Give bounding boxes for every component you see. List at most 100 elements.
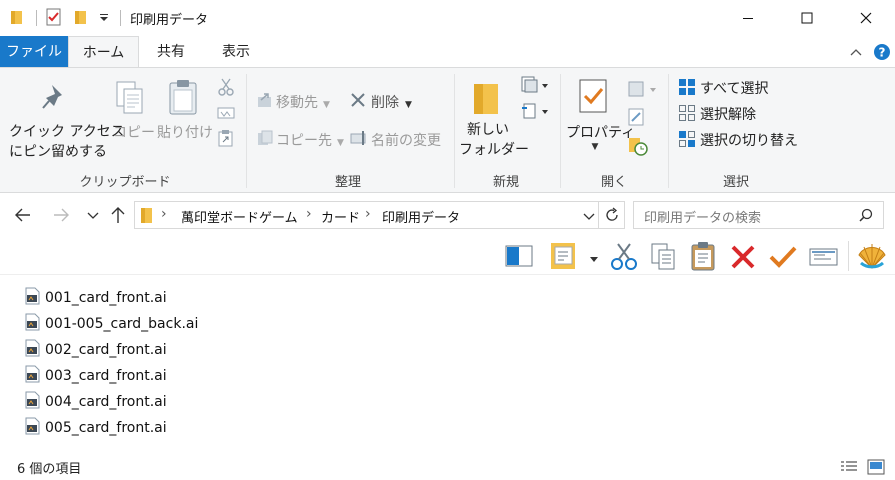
file-name: 001_card_front.ai [45,290,167,306]
customize-quick-access-icon[interactable] [99,12,109,27]
rename-toolbar-icon[interactable] [809,246,839,272]
clipboard-group-label: クリップボード [79,175,171,190]
address-divider [598,202,599,228]
breadcrumb-separator[interactable]: › [161,206,167,222]
list-item[interactable]: 003_card_front.ai [24,364,167,388]
pin-quick-access-button[interactable]: クイック アクセス にピン留めする [9,122,125,162]
maximize-button[interactable] [784,0,830,36]
list-item[interactable]: 001-005_card_back.ai [24,312,198,336]
select-none-icon [678,104,696,126]
move-to-label: 移動先 [276,95,318,111]
cut-small-icon[interactable] [218,78,234,100]
list-item[interactable]: 004_card_front.ai [24,390,167,414]
ai-file-icon [24,365,40,387]
title-bar: 印刷用データ [0,0,895,36]
pin-label-line1: クイック アクセス [9,124,125,140]
rename-button[interactable]: 名前の変更 [371,130,441,150]
minimize-icon [743,18,753,19]
search-icon[interactable] [859,208,873,226]
separator-icon [36,10,38,30]
refresh-icon[interactable] [604,207,620,227]
checkmark-icon[interactable] [768,244,798,274]
paste-shortcut-small-icon[interactable] [218,129,234,151]
tab-share[interactable]: 共有 [143,36,199,68]
ai-file-icon [24,287,40,309]
group-divider [454,74,455,188]
select-all-icon [678,78,696,100]
new-folder-quick-icon[interactable] [74,9,88,29]
cut-icon[interactable] [611,242,637,276]
delete-button[interactable]: 削除 ▼ [371,92,412,112]
new-item-icon[interactable] [521,76,551,98]
group-divider [246,74,247,188]
shell-icon[interactable] [856,241,888,275]
pin-label-line2: にピン留めする [9,144,107,160]
tab-home[interactable]: ホーム [68,36,139,68]
copy-to-button[interactable]: コピー先 ▼ [276,130,344,150]
new-folder-label-line1: 新しい [467,122,509,138]
copy-button[interactable]: コピー [113,122,155,142]
ai-file-icon [24,313,40,335]
paste-button[interactable]: 貼り付け [157,122,213,142]
details-view-icon[interactable] [840,460,858,478]
up-arrow-icon[interactable] [109,205,127,229]
address-bar[interactable]: › 萬印堂ボードゲーム › カード › 印刷用データ [134,201,625,229]
group-divider [668,74,669,188]
invert-selection-button[interactable]: 選択の切り替え [700,130,798,150]
tab-file[interactable]: ファイル [0,36,68,68]
select-group-label: 選択 [722,175,749,190]
ai-file-icon [24,339,40,361]
close-button[interactable] [843,0,889,36]
properties-icon [578,78,610,120]
back-arrow-icon[interactable] [14,206,32,228]
open-group-label: 開く [600,175,627,190]
help-icon[interactable]: ? [873,43,891,65]
new-folder-icon [472,80,502,120]
file-name: 004_card_front.ai [45,394,167,410]
item-count: 6 個の項目 [17,462,82,477]
delete-icon[interactable] [730,244,756,274]
address-dropdown-icon[interactable] [583,211,595,226]
recent-locations-chevron-icon[interactable] [87,210,99,225]
easy-access-icon[interactable] [521,102,551,124]
layout-dropdown-icon[interactable] [589,253,599,268]
breadcrumb-item-card[interactable]: カード [321,207,360,226]
layout-icon[interactable] [550,242,578,274]
new-folder-button[interactable]: 新しい フォルダー [459,120,529,160]
breadcrumb-separator[interactable]: › [306,206,312,222]
properties-button[interactable]: プロパティ ▼ [566,122,635,152]
move-to-button[interactable]: 移動先 ▼ [276,92,330,112]
copy-toolbar-icon[interactable] [650,242,678,276]
list-item[interactable]: 002_card_front.ai [24,338,167,362]
properties-quick-icon[interactable] [46,8,62,30]
forward-arrow-icon[interactable] [52,206,70,228]
breadcrumb-item-board-games[interactable]: 萬印堂ボードゲーム [181,207,298,226]
select-none-button[interactable]: 選択解除 [700,104,756,124]
group-divider [560,74,561,188]
separator-icon [120,10,122,30]
new-group-label: 新規 [492,175,519,190]
paste-toolbar-icon[interactable] [690,241,718,275]
new-folder-label-line2: フォルダー [459,142,529,158]
search-box[interactable]: 印刷用データの検索 [633,201,884,229]
copy-to-icon [256,129,274,151]
ai-file-icon [24,417,40,439]
large-icons-view-icon[interactable] [867,459,885,479]
list-item[interactable]: 005_card_front.ai [24,416,167,440]
breadcrumb-item-print-data[interactable]: 印刷用データ [382,207,460,226]
file-name: 003_card_front.ai [45,368,167,384]
copy-path-small-icon[interactable] [217,106,235,124]
tab-view[interactable]: 表示 [207,36,265,68]
breadcrumb-separator[interactable]: › [365,206,371,222]
maximize-icon [801,12,813,24]
folder-icon [10,9,24,29]
edit-icon[interactable] [628,108,646,130]
open-icon[interactable] [628,80,658,102]
collapse-ribbon-icon[interactable] [850,46,862,61]
minimize-button[interactable] [725,0,771,36]
history-icon[interactable] [628,136,648,160]
preview-pane-icon[interactable] [505,245,533,271]
list-item[interactable]: 001_card_front.ai [24,286,167,310]
paste-icon [168,78,200,120]
select-all-button[interactable]: すべて選択 [700,78,768,98]
